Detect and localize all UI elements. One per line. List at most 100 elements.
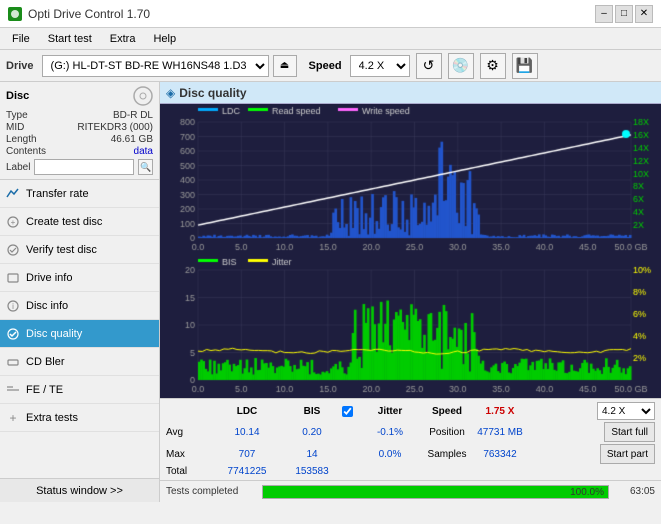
total-label: Total xyxy=(166,466,212,477)
disc-length-label: Length xyxy=(6,134,37,145)
left-panel: Disc Type BD-R DL MID RITEKDR3 (000) Len… xyxy=(0,82,160,502)
chart-titlebar: ◈ Disc quality xyxy=(160,82,661,104)
close-button[interactable]: ✕ xyxy=(635,5,653,23)
disc-section: Disc Type BD-R DL MID RITEKDR3 (000) Len… xyxy=(0,82,159,180)
disc-label-label: Label xyxy=(6,162,30,173)
jitter-checkbox[interactable] xyxy=(342,406,353,417)
nav-disc-quality-label: Disc quality xyxy=(26,328,82,340)
disc-type-label: Type xyxy=(6,110,28,121)
save-button[interactable]: 💾 xyxy=(512,53,538,79)
create-test-disc-icon: + xyxy=(6,215,20,229)
avg-ldc: 10.14 xyxy=(212,427,282,438)
nav-transfer-rate-label: Transfer rate xyxy=(26,188,89,200)
progress-label: Tests completed xyxy=(166,486,256,497)
progress-bar-area: Tests completed 100.0% 63:05 xyxy=(160,480,661,502)
menubar: File Start test Extra Help xyxy=(0,28,661,50)
nav-drive-info[interactable]: Drive info xyxy=(0,264,159,292)
drive-select[interactable]: (G:) HL-DT-ST BD-RE WH16NS48 1.D3 xyxy=(42,55,269,77)
settings-button[interactable]: ⚙ xyxy=(480,53,506,79)
nav-create-test-disc-label: Create test disc xyxy=(26,216,102,228)
progress-fill xyxy=(263,486,608,498)
disc-section-title: Disc xyxy=(6,90,29,102)
menu-file[interactable]: File xyxy=(4,31,38,47)
minimize-button[interactable]: – xyxy=(595,5,613,23)
fe-te-icon xyxy=(6,383,20,397)
start-part-button[interactable]: Start part xyxy=(600,444,655,464)
progress-track: 100.0% xyxy=(262,485,609,499)
disc-contents-value: data xyxy=(134,146,153,157)
refresh-button[interactable]: ↺ xyxy=(416,53,442,79)
disc-type-value: BD-R DL xyxy=(113,110,153,121)
disc-label-search-button[interactable]: 🔍 xyxy=(138,159,153,175)
speed-select[interactable]: 4.2 X xyxy=(350,55,410,77)
disc-length-row: Length 46.61 GB xyxy=(6,134,153,145)
nav-transfer-rate[interactable]: Transfer rate xyxy=(0,180,159,208)
disc-icon xyxy=(133,86,153,106)
disc-quality-icon xyxy=(6,327,20,341)
disc-type-row: Type BD-R DL xyxy=(6,110,153,121)
nav-extra-tests-label: Extra tests xyxy=(26,412,78,424)
nav-cd-bler[interactable]: CD Bler xyxy=(0,348,159,376)
menu-help[interactable]: Help xyxy=(145,31,184,47)
start-full-button[interactable]: Start full xyxy=(604,422,655,442)
disc-mid-label: MID xyxy=(6,122,24,133)
nav-disc-quality[interactable]: Disc quality xyxy=(0,320,159,348)
progress-time: 63:05 xyxy=(615,486,655,497)
progress-percent: 100.0% xyxy=(570,486,604,500)
disc-label-input[interactable] xyxy=(34,159,134,175)
avg-label: Avg xyxy=(166,427,212,438)
disc-header: Disc xyxy=(6,86,153,106)
menu-extra[interactable]: Extra xyxy=(102,31,144,47)
avg-jitter: -0.1% xyxy=(358,427,422,438)
cd-bler-icon xyxy=(6,355,20,369)
disc-mid-row: MID RITEKDR3 (000) xyxy=(6,122,153,133)
nav-fe-te[interactable]: FE / TE xyxy=(0,376,159,404)
stats-jitter-header: Jitter xyxy=(358,406,422,417)
position-value: 47731 MB xyxy=(472,427,528,438)
position-label: Position xyxy=(422,427,472,438)
avg-bis: 0.20 xyxy=(282,427,342,438)
nav-cd-bler-label: CD Bler xyxy=(26,356,65,368)
disc-button[interactable]: 💿 xyxy=(448,53,474,79)
max-ldc: 707 xyxy=(212,449,282,460)
stats-ldc-header: LDC xyxy=(212,406,282,417)
drive-info-icon xyxy=(6,271,20,285)
stats-speed-value: 1.75 X xyxy=(472,406,528,417)
max-jitter: 0.0% xyxy=(358,449,422,460)
disc-mid-value: RITEKDR3 (000) xyxy=(77,122,153,133)
charts-area xyxy=(160,104,661,398)
nav-create-test-disc[interactable]: + Create test disc xyxy=(0,208,159,236)
titlebar: Opti Drive Control 1.70 – □ ✕ xyxy=(0,0,661,28)
right-panel: ◈ Disc quality LDC BIS Jitter Speed 1.75… xyxy=(160,82,661,502)
ldc-chart xyxy=(160,104,661,256)
maximize-button[interactable]: □ xyxy=(615,5,633,23)
disc-info-icon: i xyxy=(6,299,20,313)
nav-fe-te-label: FE / TE xyxy=(26,384,63,396)
samples-label: Samples xyxy=(422,449,472,460)
samples-value: 763342 xyxy=(472,449,528,460)
nav-verify-test-disc-label: Verify test disc xyxy=(26,244,97,256)
svg-text:i: i xyxy=(12,302,14,311)
total-bis: 153583 xyxy=(282,466,342,477)
max-label: Max xyxy=(166,449,212,460)
nav-extra-tests[interactable]: + Extra tests xyxy=(0,404,159,432)
main-area: Disc Type BD-R DL MID RITEKDR3 (000) Len… xyxy=(0,82,661,502)
drivebar: Drive (G:) HL-DT-ST BD-RE WH16NS48 1.D3 … xyxy=(0,50,661,82)
status-window-button[interactable]: Status window >> xyxy=(0,478,159,502)
nav-disc-info[interactable]: i Disc info xyxy=(0,292,159,320)
stats-bar: LDC BIS Jitter Speed 1.75 X 4.2 X Avg 10… xyxy=(160,398,661,480)
nav-items: Transfer rate + Create test disc Verify … xyxy=(0,180,159,478)
eject-button[interactable]: ⏏ xyxy=(273,55,297,77)
titlebar-left: Opti Drive Control 1.70 xyxy=(8,7,150,21)
svg-text:+: + xyxy=(9,411,16,425)
extra-tests-icon: + xyxy=(6,411,20,425)
disc-contents-label: Contents xyxy=(6,146,46,157)
bis-jitter-chart xyxy=(160,256,661,398)
transfer-rate-icon xyxy=(6,187,20,201)
drive-label: Drive xyxy=(6,60,34,72)
chart-title: Disc quality xyxy=(179,86,246,100)
nav-verify-test-disc[interactable]: Verify test disc xyxy=(0,236,159,264)
disc-contents-row: Contents data xyxy=(6,146,153,157)
stats-speed-select[interactable]: 4.2 X xyxy=(597,402,655,420)
menu-start-test[interactable]: Start test xyxy=(40,31,100,47)
